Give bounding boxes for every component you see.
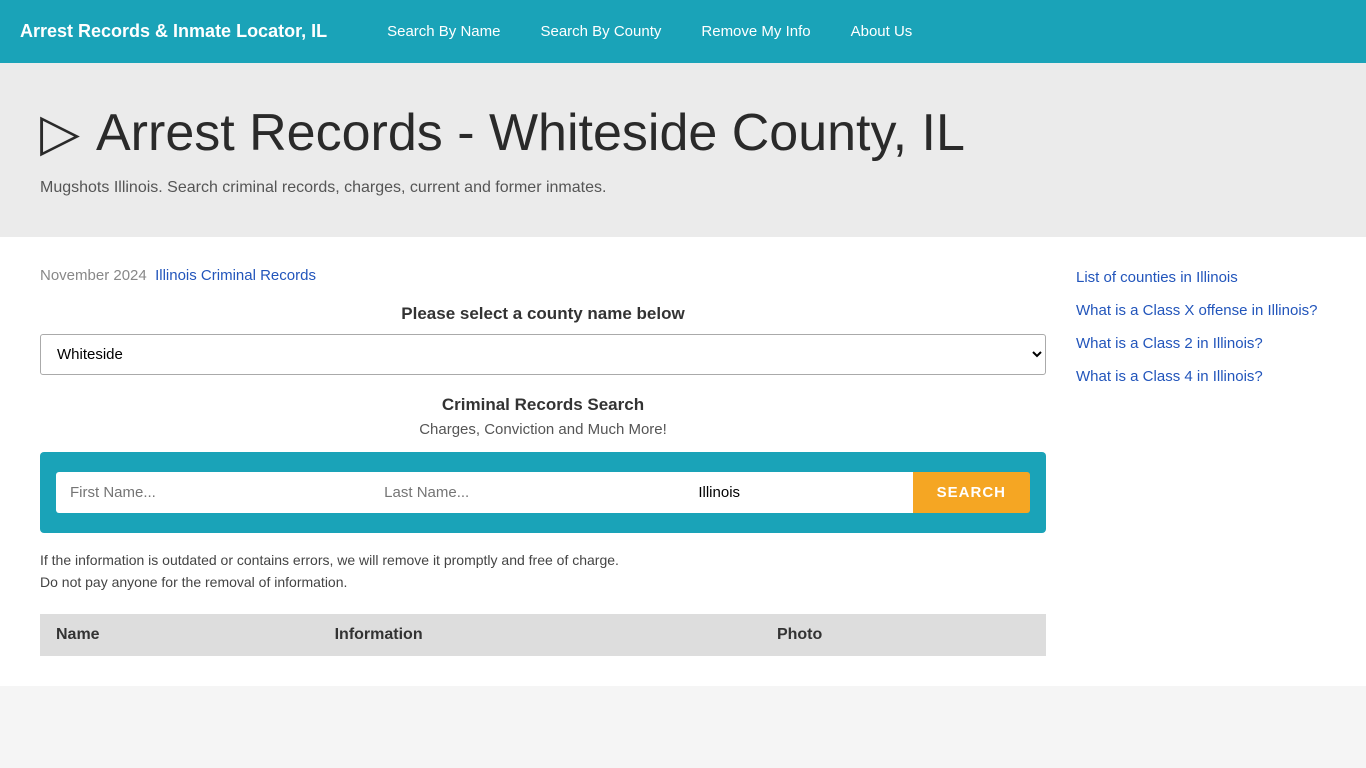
search-button[interactable]: SEARCH bbox=[913, 472, 1030, 513]
table-header-row: Name Information Photo bbox=[40, 614, 1046, 656]
navbar: Arrest Records & Inmate Locator, IL Sear… bbox=[0, 0, 1366, 63]
nav-link-search-by-county[interactable]: Search By County bbox=[520, 0, 681, 63]
content-left: November 2024 Illinois Criminal Records … bbox=[40, 267, 1046, 656]
sidebar-link-2[interactable]: What is a Class 2 in Illinois? bbox=[1076, 333, 1326, 354]
search-section: Criminal Records Search Charges, Convict… bbox=[40, 395, 1046, 533]
disclaimer-line2: Do not pay anyone for the removal of inf… bbox=[40, 574, 347, 590]
disclaimer: If the information is outdated or contai… bbox=[40, 549, 1046, 594]
hero-title: ▷ Arrest Records - Whiteside County, IL bbox=[40, 103, 1326, 163]
nav-brand: Arrest Records & Inmate Locator, IL bbox=[20, 21, 327, 42]
state-input[interactable] bbox=[684, 472, 912, 513]
criminal-records-link[interactable]: Illinois Criminal Records bbox=[155, 267, 316, 284]
sidebar-link-3[interactable]: What is a Class 4 in Illinois? bbox=[1076, 366, 1326, 387]
disclaimer-line1: If the information is outdated or contai… bbox=[40, 552, 619, 568]
sidebar-link-1[interactable]: What is a Class X offense in Illinois? bbox=[1076, 300, 1326, 321]
last-name-input[interactable] bbox=[370, 472, 684, 513]
first-name-input[interactable] bbox=[56, 472, 370, 513]
nav-link-about-us[interactable]: About Us bbox=[831, 0, 933, 63]
county-select[interactable]: Whiteside bbox=[40, 334, 1046, 375]
sidebar: List of counties in Illinois What is a C… bbox=[1076, 267, 1326, 656]
sidebar-link-0[interactable]: List of counties in Illinois bbox=[1076, 267, 1326, 288]
search-box: SEARCH bbox=[40, 452, 1046, 533]
county-selector-section: Please select a county name below Whites… bbox=[40, 304, 1046, 375]
hero-title-text: Arrest Records - Whiteside County, IL bbox=[96, 103, 965, 163]
nav-links: Search By Name Search By County Remove M… bbox=[367, 0, 932, 63]
county-selector-label: Please select a county name below bbox=[40, 304, 1046, 324]
table-col-name: Name bbox=[40, 614, 319, 656]
hero-section: ▷ Arrest Records - Whiteside County, IL … bbox=[0, 63, 1366, 237]
main-content: November 2024 Illinois Criminal Records … bbox=[0, 237, 1366, 686]
table-col-photo: Photo bbox=[761, 614, 1046, 656]
search-subtitle: Charges, Conviction and Much More! bbox=[40, 421, 1046, 438]
table-header: Name Information Photo bbox=[40, 614, 1046, 656]
play-icon: ▷ bbox=[40, 103, 80, 163]
date-text: November 2024 bbox=[40, 267, 147, 284]
date-line: November 2024 Illinois Criminal Records bbox=[40, 267, 1046, 284]
table-col-information: Information bbox=[319, 614, 761, 656]
nav-link-remove-my-info[interactable]: Remove My Info bbox=[681, 0, 830, 63]
results-table: Name Information Photo bbox=[40, 614, 1046, 656]
nav-link-search-by-name[interactable]: Search By Name bbox=[367, 0, 520, 63]
search-title: Criminal Records Search bbox=[40, 395, 1046, 415]
hero-subtitle: Mugshots Illinois. Search criminal recor… bbox=[40, 179, 1326, 197]
